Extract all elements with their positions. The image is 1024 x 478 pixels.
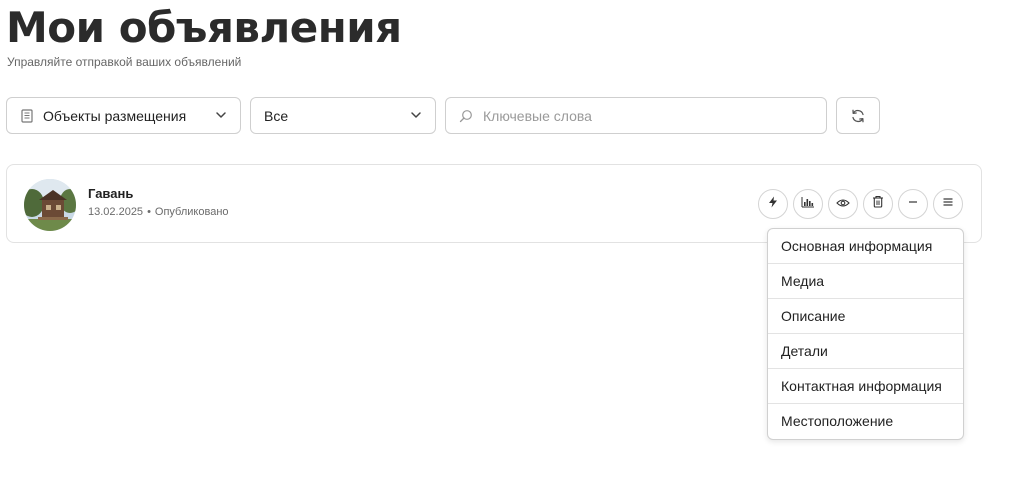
minus-icon bbox=[907, 195, 919, 213]
listing-meta: 13.02.2025 • Опубликовано bbox=[88, 206, 229, 218]
trash-icon bbox=[872, 195, 884, 213]
separator-dot: • bbox=[147, 206, 151, 218]
category-select[interactable]: Объекты размещения bbox=[6, 97, 241, 134]
menu-icon bbox=[942, 195, 954, 213]
delete-button[interactable] bbox=[863, 189, 893, 219]
listing-status: Опубликовано bbox=[154, 206, 229, 218]
unpublish-button[interactable] bbox=[898, 189, 928, 219]
preview-button[interactable] bbox=[828, 189, 858, 219]
listing-title[interactable]: Гавань bbox=[88, 186, 133, 201]
status-select-value: Все bbox=[264, 107, 289, 124]
menu-item-description[interactable]: Описание bbox=[768, 299, 963, 334]
chevron-down-icon bbox=[214, 108, 228, 122]
menu-item-details[interactable]: Детали bbox=[768, 334, 963, 369]
stats-icon bbox=[801, 195, 815, 213]
listing-date: 13.02.2025 bbox=[88, 206, 144, 218]
eye-icon bbox=[836, 195, 850, 213]
category-select-value: Объекты размещения bbox=[43, 107, 187, 124]
refresh-icon bbox=[850, 108, 866, 124]
bolt-icon bbox=[767, 195, 779, 213]
menu-item-media[interactable]: Медиа bbox=[768, 264, 963, 299]
status-select[interactable]: Все bbox=[250, 97, 436, 134]
chevron-down-icon bbox=[409, 108, 423, 122]
page-subtitle: Управляйте отправкой ваших объявлений bbox=[7, 55, 242, 69]
building-icon bbox=[21, 108, 33, 123]
listing-photo[interactable] bbox=[24, 179, 76, 231]
refresh-button[interactable] bbox=[836, 97, 880, 134]
stats-button[interactable] bbox=[793, 189, 823, 219]
search-icon bbox=[459, 109, 473, 123]
menu-item-location[interactable]: Местоположение bbox=[768, 404, 963, 439]
menu-item-basic-info[interactable]: Основная информация bbox=[768, 229, 963, 264]
boost-button[interactable] bbox=[758, 189, 788, 219]
more-menu-button[interactable] bbox=[933, 189, 963, 219]
menu-item-contact-info[interactable]: Контактная информация bbox=[768, 369, 963, 404]
search-input[interactable] bbox=[483, 107, 803, 124]
edit-dropdown-menu: Основная информация Медиа Описание Детал… bbox=[767, 228, 964, 440]
page-title: Мои объявления bbox=[6, 3, 402, 52]
listing-actions bbox=[758, 189, 963, 219]
search-field[interactable] bbox=[445, 97, 827, 134]
